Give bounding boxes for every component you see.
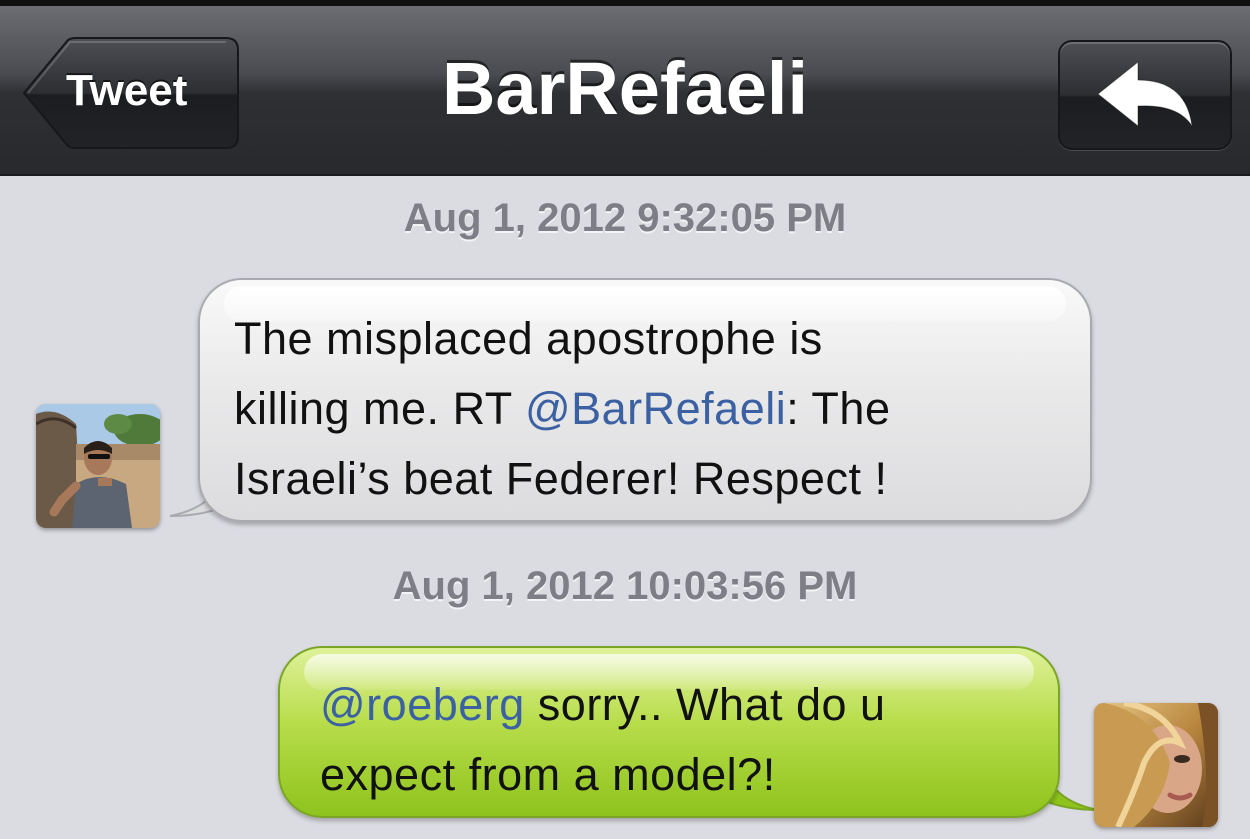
message-text: @roeberg sorry.. What do u expect from a… xyxy=(320,670,1028,810)
message-text: The misplaced apostrophe is killing me. … xyxy=(234,304,1060,514)
message-timestamp: Aug 1, 2012 10:03:56 PM xyxy=(392,564,858,608)
avatar[interactable] xyxy=(36,404,160,528)
reply-button[interactable] xyxy=(1058,40,1232,150)
reply-arrow-icon xyxy=(1097,60,1193,128)
message-timestamp: Aug 1, 2012 9:32:05 PM xyxy=(403,196,847,240)
message-text-segment: : The xyxy=(786,383,891,434)
message-line: @roeberg sorry.. What do u xyxy=(320,670,1028,740)
message-line: Israeli’s beat Federer! Respect ! xyxy=(234,453,888,504)
message-line: killing me. RT @BarRefaeli: The xyxy=(234,374,1060,444)
message-text-segment: sorry.. What do u xyxy=(524,679,886,730)
user-avatar-image xyxy=(1094,703,1218,827)
avatar[interactable] xyxy=(1094,703,1218,827)
message-text-segment: killing me. RT xyxy=(234,383,525,434)
outgoing-message-bubble[interactable]: @roeberg sorry.. What do u expect from a… xyxy=(278,646,1060,818)
incoming-message-bubble[interactable]: The misplaced apostrophe is killing me. … xyxy=(198,278,1092,522)
message-line: expect from a model?! xyxy=(320,749,776,800)
mention-link[interactable]: @BarRefaeli xyxy=(525,383,786,434)
mention-link[interactable]: @roeberg xyxy=(320,679,525,730)
user-avatar-image xyxy=(36,404,160,528)
navigation-bar: Tweet BarRefaeli xyxy=(0,0,1250,176)
message-line: The misplaced apostrophe is xyxy=(234,313,823,364)
